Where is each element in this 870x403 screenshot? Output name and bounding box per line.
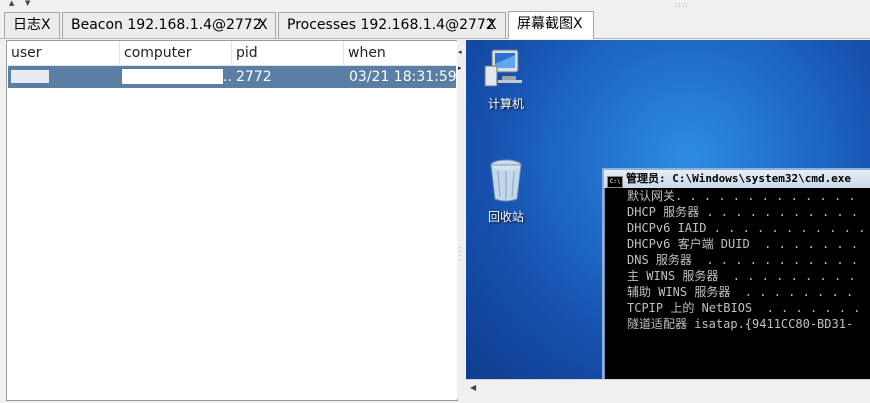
tab-label: Processes 192.168.1.4@2772 — [287, 17, 495, 33]
tab-close-button[interactable]: X — [573, 16, 583, 32]
cmd-title: 管理员: C:\Windows\system32\cmd.exe — [626, 172, 852, 185]
redacted-user — [11, 70, 49, 83]
tab-label: 日志 — [13, 17, 41, 33]
screenshot-viewer: 计算机 回收站 C:\ 管理员: C:\Windows\system32\cmd.… — [466, 40, 870, 379]
tab-label: Beacon 192.168.1.4@2772 — [71, 17, 262, 33]
cmd-line: DHCP 服务器 . . . . . . . . . . . — [627, 205, 859, 219]
cmd-line: TCPIP 上的 NetBIOS . . . . . . . — [627, 301, 861, 315]
recycle-bin-icon — [490, 159, 522, 202]
computer-icon — [484, 49, 522, 87]
desktop-icon-label: 计算机 — [487, 97, 524, 111]
cmd-line: 隧道适配器 isatap.{9411CC80-BD31- — [627, 317, 854, 331]
tab-close-button[interactable]: X — [487, 13, 497, 38]
tab-close-button[interactable]: X — [41, 17, 51, 33]
cmd-line: DHCPv6 IAID . . . . . . . . . . . — [627, 221, 866, 235]
cmd-window[interactable]: C:\ 管理员: C:\Windows\system32\cmd.exe 默认网关… — [602, 168, 870, 379]
tab-close-button[interactable]: X — [258, 13, 268, 38]
tab-processes[interactable]: Processes 192.168.1.4@2772 X — [278, 12, 506, 38]
cmd-title-bar[interactable]: C:\ 管理员: C:\Windows\system32\cmd.exe — [604, 170, 870, 188]
cmd-output: 默认网关. . . . . . . . . . . . . DHCP 服务器 . … — [604, 188, 870, 379]
splitter-right-arrow-icon[interactable]: ▸ — [458, 64, 462, 72]
column-header-computer[interactable]: computer — [120, 41, 232, 65]
desktop-icon-recycle-bin: 回收站 — [471, 157, 541, 225]
horizontal-scrollbar[interactable]: ◀ — [466, 379, 870, 398]
top-strip: ▲ ▼ :::: — [0, 0, 870, 10]
collapse-down-icon[interactable]: ▼ — [25, 0, 30, 7]
cell-when: 03/21 18:31:59 — [349, 69, 457, 85]
pane-splitter[interactable]: ◂ ▸ · · · · — [457, 40, 465, 399]
cell-user — [8, 66, 12, 88]
splitter-grip-icon: · · · · — [459, 244, 462, 264]
splitter-left-arrow-icon[interactable]: ◂ — [458, 48, 462, 56]
tab-label: 屏幕截图 — [517, 16, 573, 32]
cmd-line: 辅助 WINS 服务器 . . . . . . . . — [627, 285, 854, 299]
resize-grip-icon[interactable]: :::: — [675, 1, 688, 9]
table-row[interactable]: .. 2772 03/21 18:31:59 — [8, 66, 457, 88]
desktop-icon-label: 回收站 — [487, 210, 524, 224]
redacted-computer — [122, 69, 223, 84]
cell-pid: 2772 — [236, 69, 272, 85]
column-header-when[interactable]: when — [344, 41, 457, 65]
cmd-line: 默认网关. . . . . . . . . . . . . — [627, 189, 856, 203]
tab-bar: 日志X Beacon 192.168.1.4@2772 X Processes … — [0, 10, 870, 39]
cmd-window-icon: C:\ — [607, 176, 623, 188]
screenshot-list-panel: user computer pid when .. 2772 03/21 18:… — [6, 40, 458, 401]
desktop-icon-computer: 计算机 — [471, 46, 541, 112]
scroll-left-arrow-icon[interactable]: ◀ — [470, 383, 476, 392]
cmd-line: 主 WINS 服务器 . . . . . . . . . — [627, 269, 856, 283]
cmd-line: DNS 服务器 . . . . . . . . . . . — [627, 253, 859, 267]
collapse-up-icon[interactable]: ▲ — [9, 0, 14, 7]
tab-beacon[interactable]: Beacon 192.168.1.4@2772 X — [62, 12, 276, 38]
tab-screenshot[interactable]: 屏幕截图X — [508, 11, 594, 39]
cmd-line: DHCPv6 客户端 DUID . . . . . . . — [627, 237, 859, 251]
column-header-user[interactable]: user — [7, 41, 120, 65]
column-header-pid[interactable]: pid — [232, 41, 344, 65]
tab-log[interactable]: 日志X — [4, 12, 60, 38]
table-header: user computer pid when — [7, 41, 457, 66]
cell-computer: .. — [223, 69, 232, 85]
